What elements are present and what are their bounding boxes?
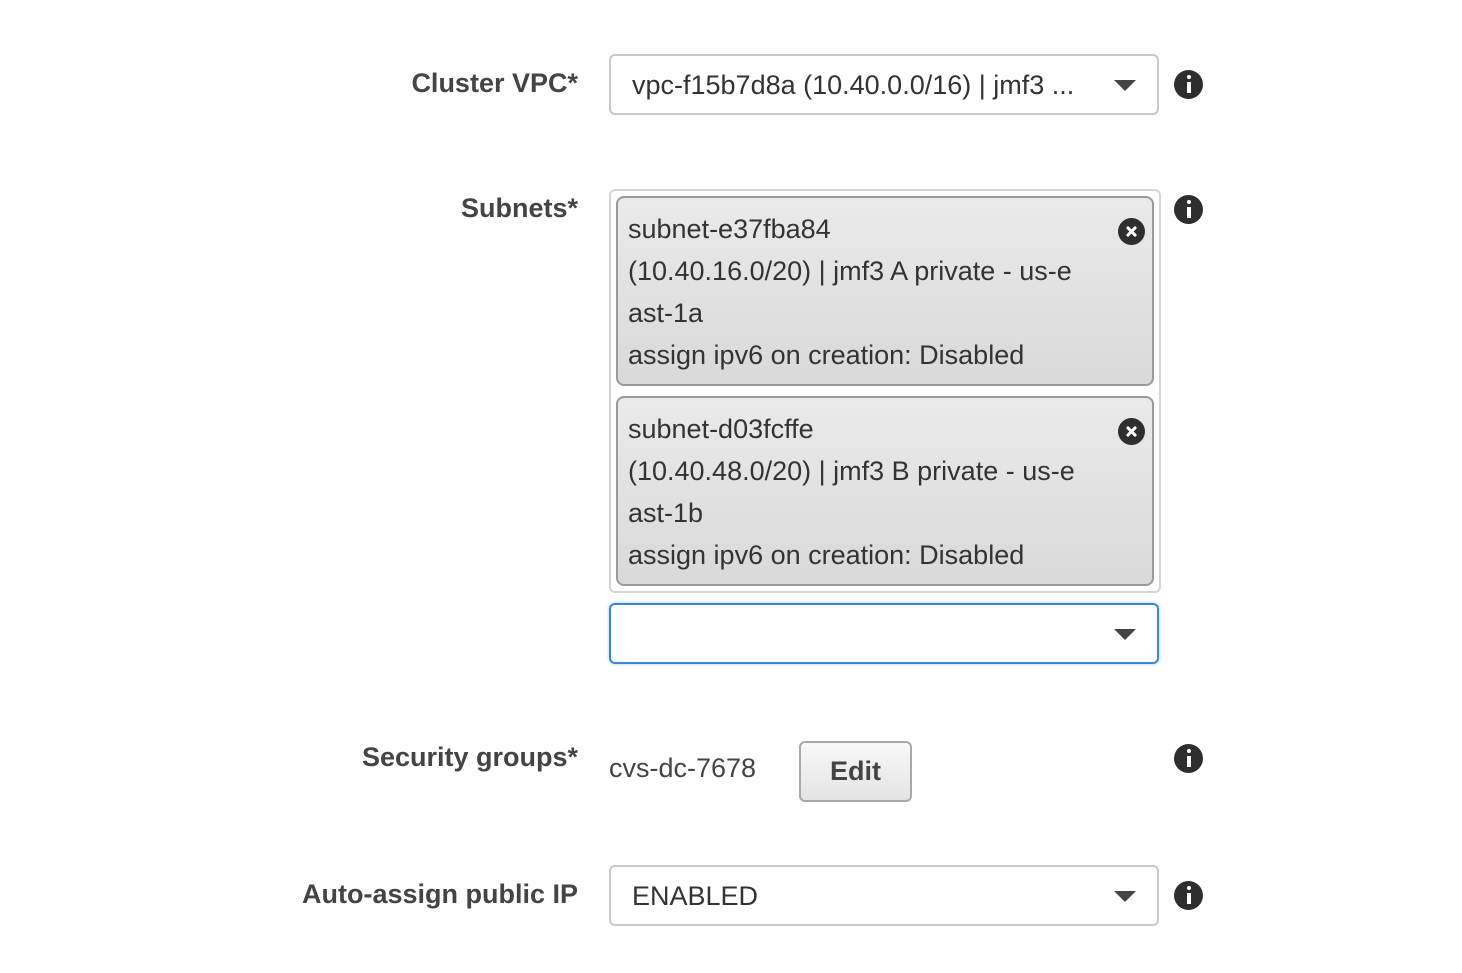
subnet-token-line: (10.40.16.0/20) | jmf3 A private - us-e <box>628 256 1072 286</box>
subnet-token-line: (10.40.48.0/20) | jmf3 B private - us-e <box>628 456 1075 486</box>
subnet-token-line: ast-1a <box>628 298 704 328</box>
subnets-label: Subnets* <box>460 193 578 223</box>
security-groups-info-icon[interactable] <box>1174 744 1203 773</box>
subnet-token-label: subnet-e37fba84 (10.40.16.0/20) | jmf3 A… <box>628 208 1098 376</box>
subnet-token-line: ast-1b <box>628 498 704 528</box>
auto-assign-public-ip-selected-value: ENABLED <box>632 881 759 911</box>
chevron-down-icon <box>1114 629 1136 640</box>
subnet-token-line: assign ipv6 on creation: Disabled <box>628 540 1025 570</box>
ecs-network-config-form: Cluster VPC* vpc-f15b7d8a (10.40.0.0/16)… <box>0 0 1462 973</box>
auto-assign-public-ip-label: Auto-assign public IP <box>301 879 578 909</box>
auto-assign-public-ip-info-icon[interactable] <box>1174 881 1203 910</box>
subnet-token-line: subnet-d03fcffe <box>628 414 814 444</box>
chevron-down-icon <box>1114 80 1136 91</box>
chevron-down-icon <box>1114 891 1136 902</box>
cluster-vpc-select[interactable]: vpc-f15b7d8a (10.40.0.0/16) | jmf3 ... <box>609 54 1159 115</box>
subnets-info-icon[interactable] <box>1174 195 1203 224</box>
subnet-token-label: subnet-d03fcffe (10.40.48.0/20) | jmf3 B… <box>628 408 1098 576</box>
cluster-vpc-info-icon[interactable] <box>1174 70 1203 99</box>
remove-subnet-icon[interactable] <box>1118 218 1145 245</box>
subnet-token-line: assign ipv6 on creation: Disabled <box>628 340 1025 370</box>
subnets-multiselect: subnet-e37fba84 (10.40.16.0/20) | jmf3 A… <box>609 189 1161 593</box>
add-subnet-select[interactable] <box>609 603 1159 664</box>
subnet-token-line: subnet-e37fba84 <box>628 214 831 244</box>
security-groups-label: Security groups* <box>361 742 578 772</box>
cluster-vpc-selected-value: vpc-f15b7d8a (10.40.0.0/16) | jmf3 ... <box>632 70 1075 100</box>
subnet-token: subnet-e37fba84 (10.40.16.0/20) | jmf3 A… <box>616 196 1154 386</box>
cluster-vpc-label: Cluster VPC* <box>411 68 578 98</box>
security-group-value: cvs-dc-7678 <box>609 753 757 783</box>
edit-security-groups-button[interactable]: Edit <box>799 741 912 802</box>
auto-assign-public-ip-select[interactable]: ENABLED <box>609 865 1159 926</box>
subnet-token: subnet-d03fcffe (10.40.48.0/20) | jmf3 B… <box>616 396 1154 586</box>
remove-subnet-icon[interactable] <box>1118 418 1145 445</box>
